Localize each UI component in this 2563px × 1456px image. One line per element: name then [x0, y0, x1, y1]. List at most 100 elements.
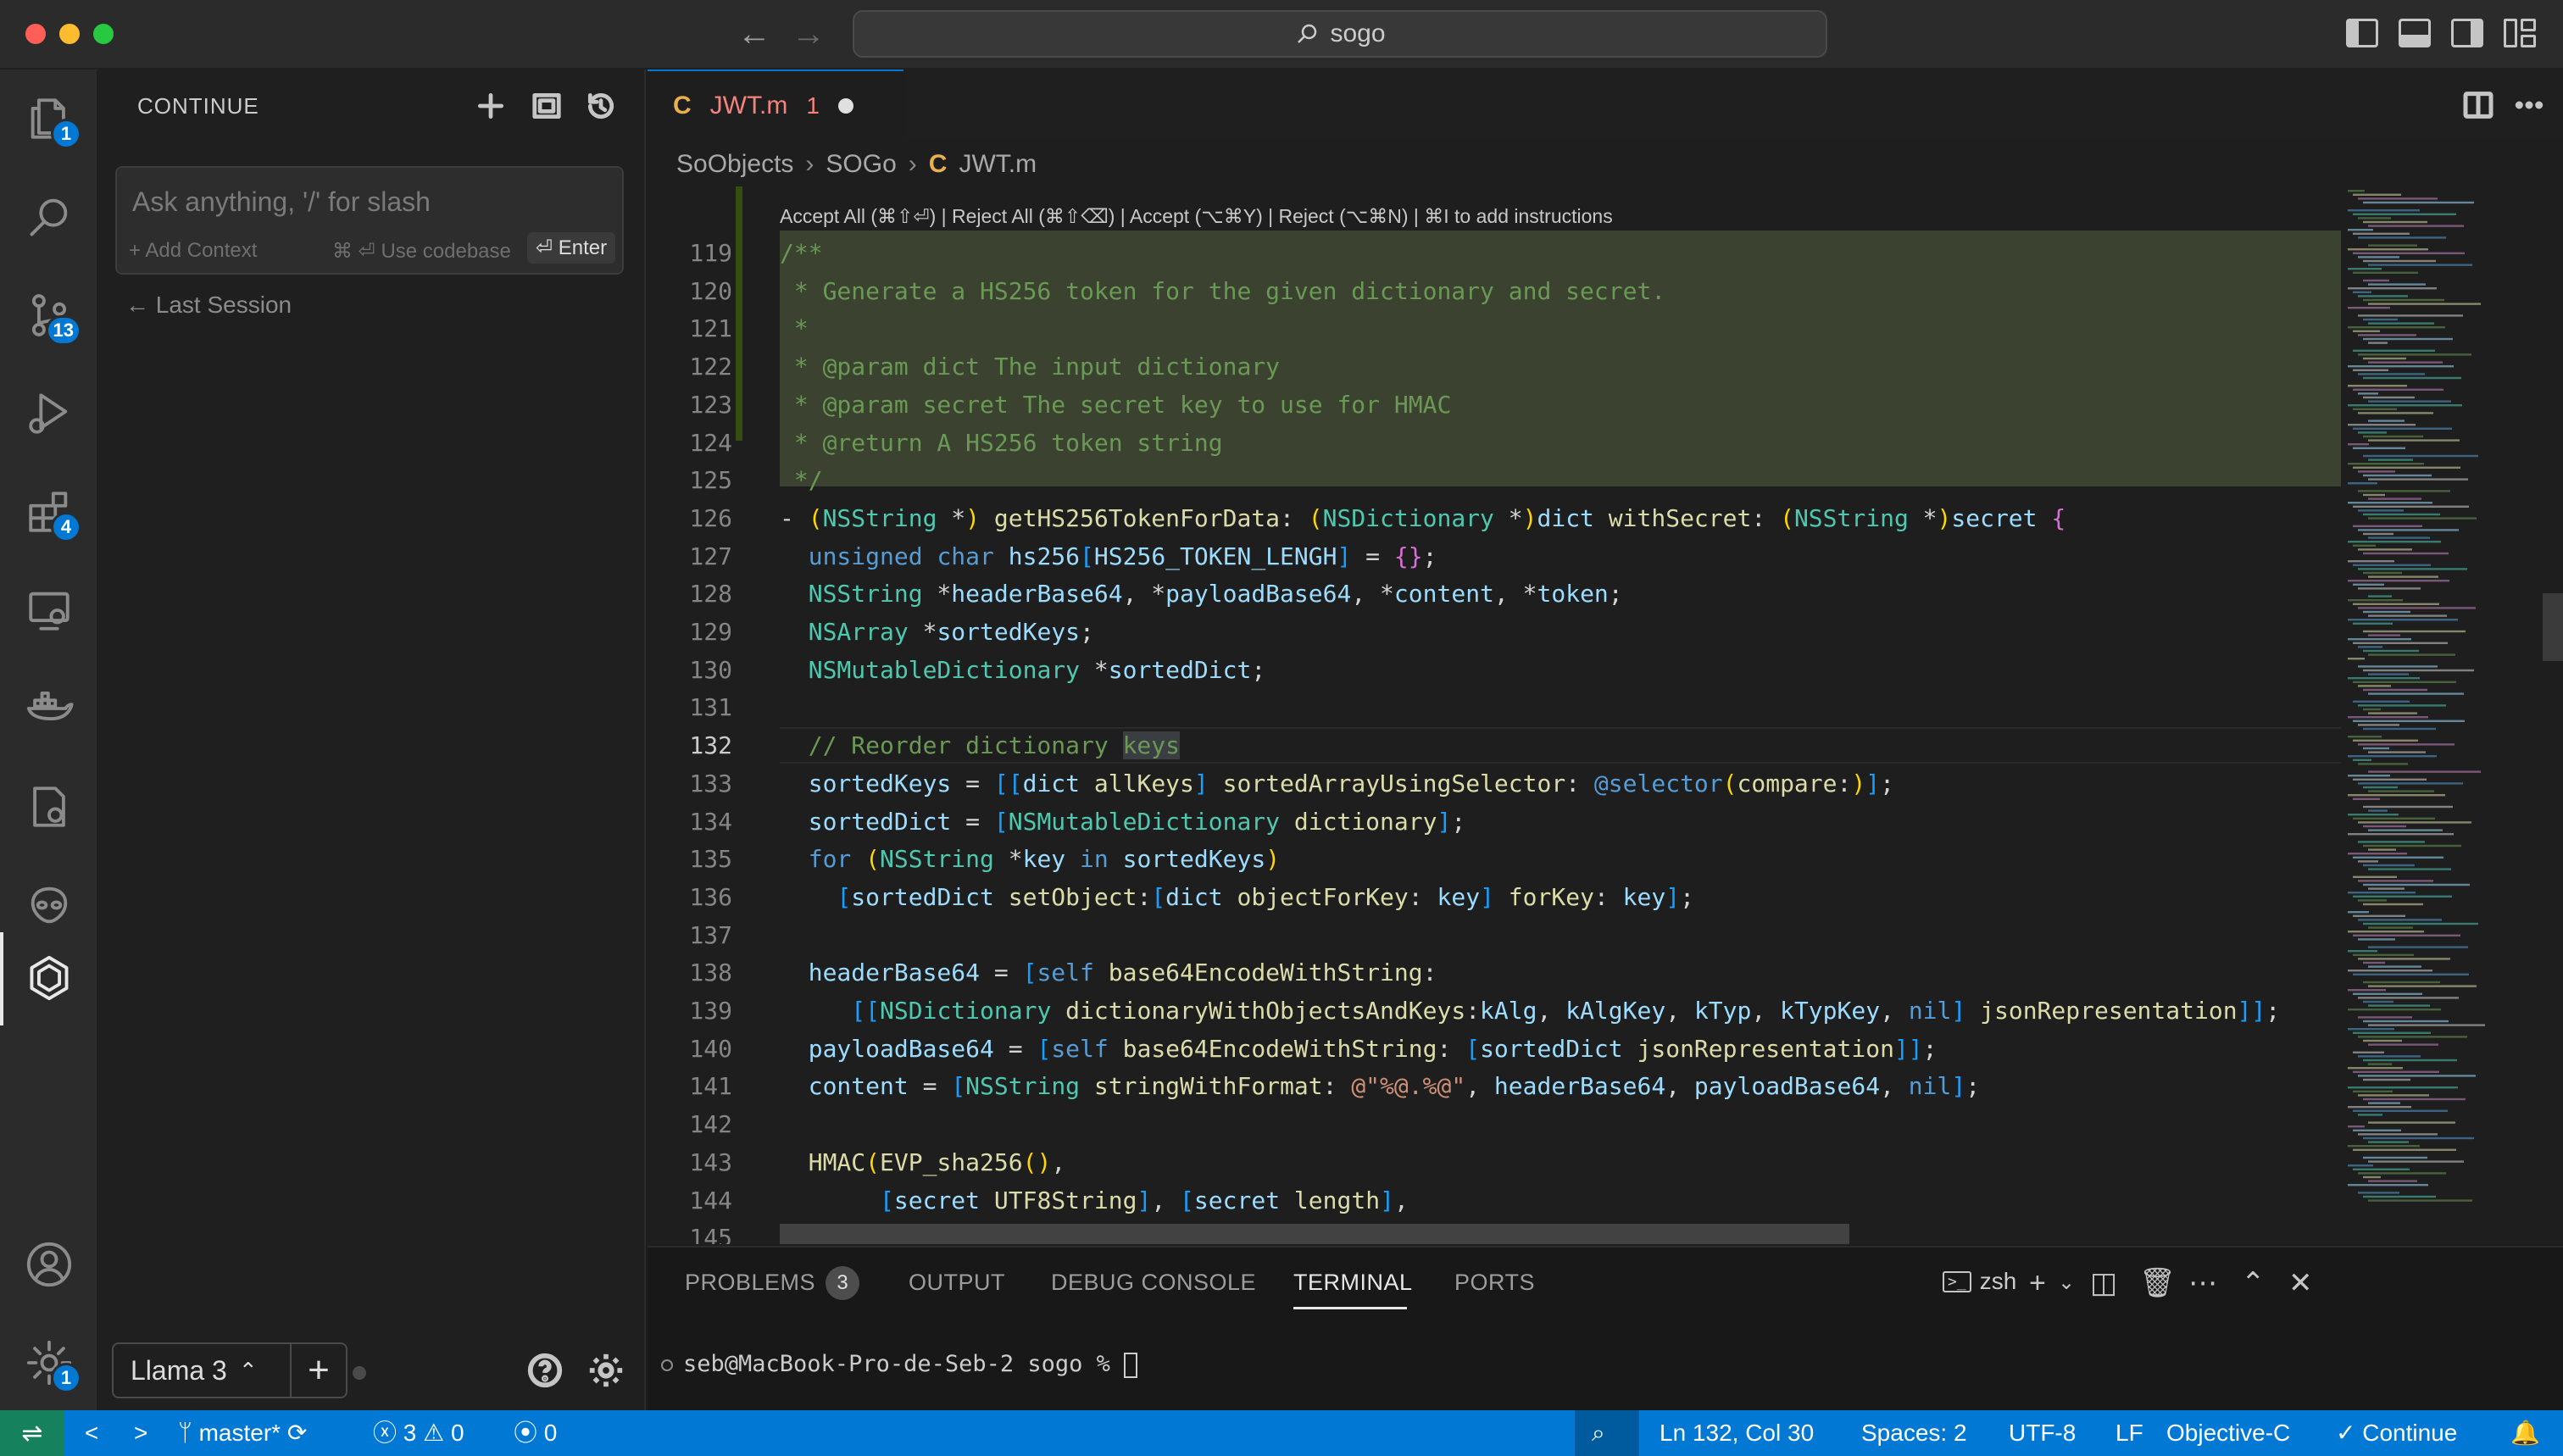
breadcrumb-item[interactable]: JWT.m: [959, 150, 1037, 179]
search-button[interactable]: [20, 188, 78, 246]
navigate-forward-icon[interactable]: →: [792, 15, 826, 53]
encoding[interactable]: UTF-8: [2009, 1419, 2076, 1448]
breadcrumb-item[interactable]: SOGo: [826, 150, 896, 179]
language-mode[interactable]: Objective-C: [2166, 1419, 2290, 1448]
problems-summary[interactable]: ⓧ 3 ⚠ 0: [373, 1419, 464, 1448]
code-line[interactable]: 140 payloadBase64 = [self base64EncodeWi…: [648, 1031, 2343, 1067]
docker-button[interactable]: [20, 680, 78, 737]
explorer-button[interactable]: 1: [20, 90, 81, 149]
code-line[interactable]: 122 * @param dict The input dictionary: [648, 348, 2343, 385]
toggle-primary-sidebar-icon[interactable]: [2346, 19, 2378, 47]
code-line[interactable]: 144 [secret UTF8String], [secret length]…: [648, 1182, 2343, 1219]
tab-ports[interactable]: PORTS: [1454, 1270, 1535, 1296]
extensions-button[interactable]: 4: [20, 483, 81, 542]
code-line[interactable]: 126 - (NSString *) getHS256TokenForData: …: [648, 500, 2343, 536]
remote-explorer-button[interactable]: [20, 581, 78, 639]
unsaved-dot-icon[interactable]: [837, 98, 853, 114]
code-line[interactable]: 127 unsigned char hs256[HS256_TOKEN_LENG…: [648, 538, 2343, 575]
source-control-button[interactable]: 13: [20, 286, 81, 346]
zoom-indicator[interactable]: [1575, 1410, 1639, 1456]
code-line[interactable]: 125 */: [648, 462, 2343, 498]
git-branch[interactable]: ᛘ master* ⟳: [178, 1419, 307, 1448]
breadcrumb-item[interactable]: SoObjects: [676, 150, 793, 179]
code-line[interactable]: 142: [648, 1106, 2343, 1142]
continue-settings-button[interactable]: [587, 1351, 625, 1390]
toggle-secondary-sidebar-icon[interactable]: [2451, 19, 2483, 47]
code-line[interactable]: 120 * Generate a HS256 token for the giv…: [648, 273, 2343, 309]
more-icon[interactable]: ⋯: [2188, 1268, 2217, 1298]
chat-input[interactable]: [132, 183, 607, 220]
window-minimize-button[interactable]: [59, 24, 80, 44]
scrollbar-thumb[interactable]: [2543, 593, 2563, 661]
code-line[interactable]: 139 [[NSDictionary dictionaryWithObjects…: [648, 992, 2343, 1029]
end-of-line[interactable]: LF: [2115, 1419, 2143, 1448]
tab-problems[interactable]: PROBLEMS: [685, 1270, 815, 1296]
code-line[interactable]: 128 NSString *headerBase64, *payloadBase…: [648, 575, 2343, 612]
trash-icon[interactable]: 🗑: [2139, 1268, 2176, 1298]
platformio-button[interactable]: [20, 876, 78, 934]
fullscreen-button[interactable]: [527, 86, 566, 125]
notifications-bell-icon[interactable]: 🔔: [2510, 1419, 2540, 1448]
tab-output[interactable]: OUTPUT: [909, 1270, 1005, 1296]
enter-button[interactable]: ⏎ Enter: [527, 232, 616, 264]
more-actions-button[interactable]: [2512, 88, 2549, 125]
navigate-back-icon[interactable]: ←: [737, 15, 771, 53]
add-context-button[interactable]: + Add Context: [129, 239, 257, 263]
chevron-down-icon[interactable]: ⌄: [2058, 1268, 2075, 1298]
code-line[interactable]: 136 [sortedDict setObject:[dict objectFo…: [648, 879, 2343, 915]
split-editor-button[interactable]: [2461, 88, 2499, 125]
run-debug-button[interactable]: [20, 385, 78, 442]
tab-terminal[interactable]: TERMINAL: [1293, 1270, 1413, 1296]
vertical-scrollbar[interactable]: [2543, 186, 2563, 1244]
code-editor[interactable]: Accept All (⌘⇧⏎) | Reject All (⌘⇧⌫) | Ac…: [648, 186, 2543, 1244]
history-button[interactable]: [581, 86, 620, 125]
split-terminal-icon[interactable]: ◫: [2090, 1268, 2117, 1298]
add-model-button[interactable]: +: [290, 1342, 347, 1398]
settings-sync-button[interactable]: [20, 778, 78, 836]
terminal-output[interactable]: seb@MacBook-Pro-de-Seb-2 sogo %: [661, 1351, 1138, 1378]
code-line[interactable]: 129 NSArray *sortedKeys;: [648, 614, 2343, 650]
indentation[interactable]: Spaces: 2: [1861, 1419, 1967, 1448]
maximize-panel-icon[interactable]: ⌃: [2241, 1268, 2266, 1298]
continue-status[interactable]: ✓ Continue: [2336, 1419, 2457, 1448]
code-line[interactable]: 131: [648, 689, 2343, 725]
code-line[interactable]: 141 content = [NSString stringWithFormat…: [648, 1068, 2343, 1104]
code-line[interactable]: 124 * @return A HS256 token string: [648, 425, 2343, 461]
code-line[interactable]: 123 * @param secret The secret key to us…: [648, 386, 2343, 423]
remote-indicator[interactable]: ⇌: [0, 1410, 64, 1456]
window-maximize-button[interactable]: [93, 24, 114, 44]
tab-jwt-m[interactable]: C JWT.m 1: [648, 69, 903, 141]
diff-inline-actions[interactable]: Accept All (⌘⇧⏎) | Reject All (⌘⇧⌫) | Ac…: [780, 205, 1613, 228]
horizontal-scrollbar[interactable]: [780, 1224, 1849, 1244]
code-line[interactable]: 121 *: [648, 310, 2343, 347]
code-line[interactable]: 138 headerBase64 = [self base64EncodeWit…: [648, 954, 2343, 991]
new-session-button[interactable]: [471, 86, 510, 125]
code-line[interactable]: 132 // Reorder dictionary keys: [648, 727, 2343, 764]
toggle-panel-icon[interactable]: [2399, 19, 2431, 47]
code-line[interactable]: 135 for (NSString *key in sortedKeys): [648, 841, 2343, 877]
window-close-button[interactable]: [25, 24, 46, 44]
status-forward[interactable]: >: [134, 1419, 147, 1448]
continue-button[interactable]: [20, 949, 78, 1007]
status-back[interactable]: <: [85, 1419, 98, 1448]
help-button[interactable]: [525, 1351, 564, 1390]
new-terminal-icon[interactable]: +: [2029, 1268, 2046, 1298]
close-panel-icon[interactable]: ✕: [2288, 1268, 2313, 1298]
tab-debug-console[interactable]: DEBUG CONSOLE: [1051, 1270, 1256, 1296]
code-line[interactable]: 130 NSMutableDictionary *sortedDict;: [648, 652, 2343, 688]
last-session-link[interactable]: ← Last Session: [125, 292, 292, 319]
model-select[interactable]: Llama 3 ⌃: [112, 1342, 292, 1398]
ports-forwarded[interactable]: ⦿ 0: [514, 1419, 557, 1448]
code-line[interactable]: 143 HMAC(EVP_sha256(),: [648, 1144, 2343, 1181]
use-codebase-button[interactable]: ⌘ ⏎ Use codebase: [332, 239, 511, 264]
code-line[interactable]: 134 sortedDict = [NSMutableDictionary di…: [648, 803, 2343, 840]
customize-layout-icon[interactable]: [2504, 19, 2536, 47]
accounts-button[interactable]: [20, 1236, 78, 1293]
code-line[interactable]: 119 /**: [648, 235, 2343, 271]
terminal-shell-selector[interactable]: >_ zsh: [1943, 1268, 2016, 1295]
manage-button[interactable]: 1: [20, 1334, 81, 1393]
code-line[interactable]: 137: [648, 917, 2343, 953]
code-line[interactable]: 133 sortedKeys = [[dict allKeys] sortedA…: [648, 765, 2343, 802]
cursor-position[interactable]: Ln 132, Col 30: [1660, 1419, 1814, 1448]
command-center-search[interactable]: sogo: [853, 10, 1827, 58]
